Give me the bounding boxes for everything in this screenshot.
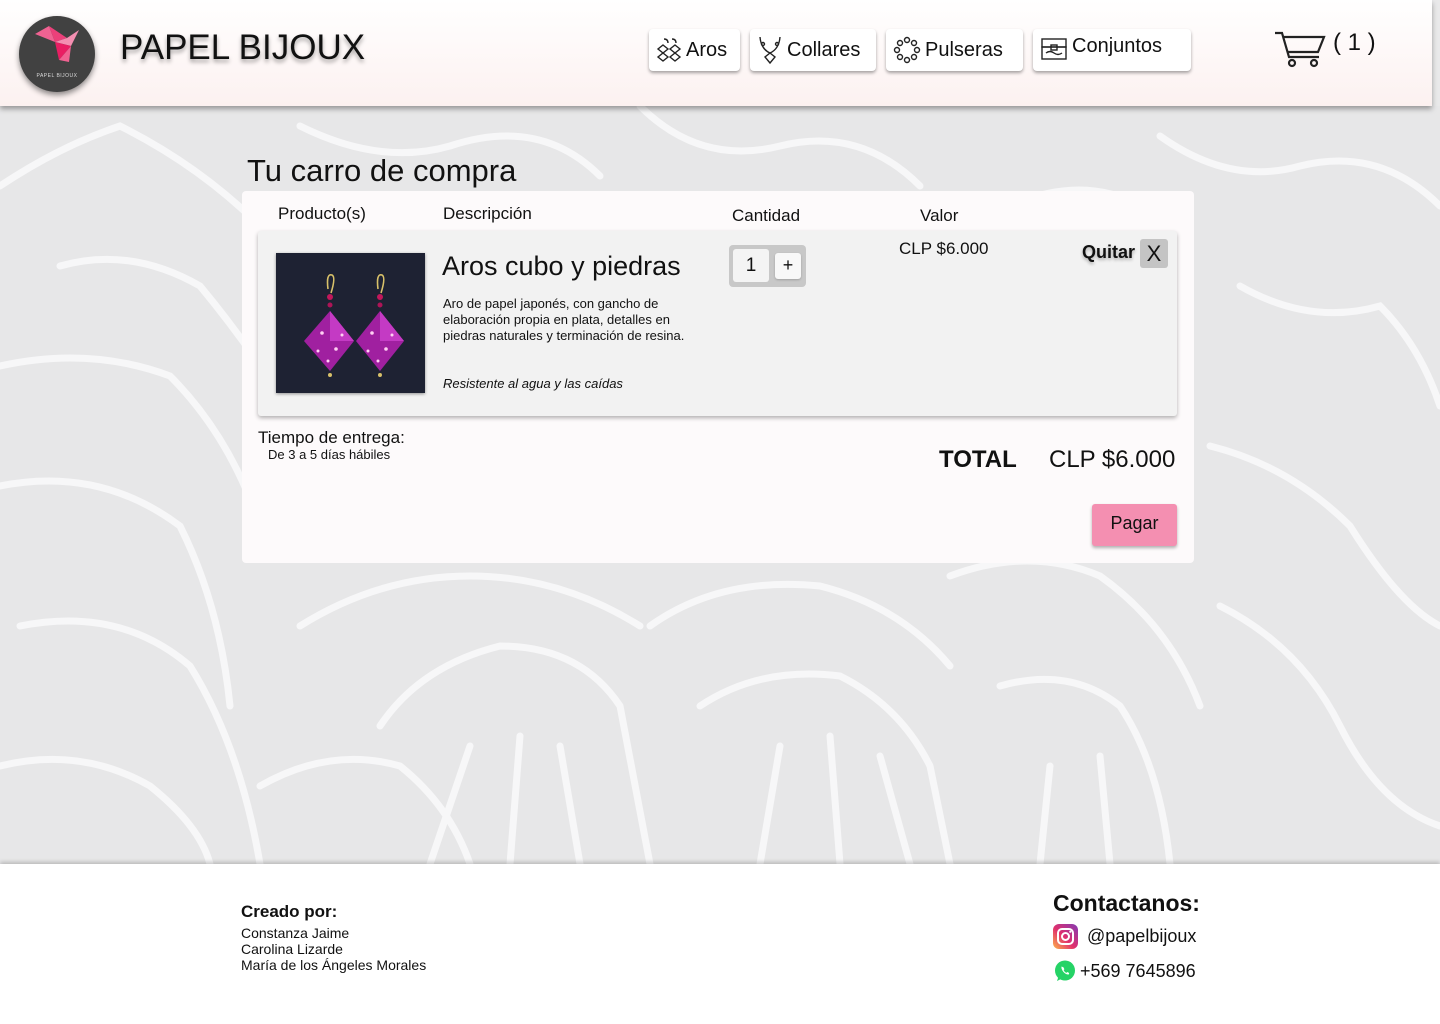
- total-value: CLP $6.000: [1049, 446, 1176, 473]
- contact-title: Contactanos:: [1053, 890, 1200, 916]
- page-title: Tu carro de compra: [247, 153, 517, 188]
- instagram-link[interactable]: @papelbijoux: [1053, 924, 1196, 949]
- nav-conjuntos-label: Conjuntos: [1072, 35, 1163, 57]
- quantity-stepper: 1 +: [729, 245, 806, 287]
- delivery-value: De 3 a 5 días hábiles: [268, 447, 391, 462]
- credits-title: Creado por:: [241, 902, 338, 921]
- bird-logo-icon: [35, 26, 79, 62]
- item-price: CLP $6.000: [899, 239, 989, 258]
- earrings-icon: [656, 38, 682, 62]
- credit-name: Constanza Jaime: [241, 925, 350, 941]
- necklace-icon: [759, 36, 781, 65]
- nav-pulseras-button[interactable]: Pulseras: [886, 29, 1023, 71]
- logo[interactable]: PAPEL BIJOUX: [19, 16, 95, 92]
- quantity-value[interactable]: 1: [733, 249, 769, 282]
- nav-conjuntos-button[interactable]: Conjuntos: [1033, 29, 1191, 71]
- remove-label[interactable]: Quitar: [1082, 242, 1135, 263]
- cart-panel: Producto(s) Descripción Cantidad Valor A…: [242, 191, 1194, 563]
- item-description: Aro de papel japonés, con gancho de elab…: [443, 296, 685, 343]
- header: PAPEL BIJOUX PAPEL BIJOUX Aros Collares …: [0, 0, 1432, 106]
- quantity-plus-button[interactable]: +: [775, 253, 801, 279]
- nav-collares-button[interactable]: Collares: [750, 29, 876, 71]
- jewelry-box-icon: [1041, 38, 1067, 60]
- column-header-description: Descripción: [443, 204, 532, 223]
- item-note: Resistente al agua y las caídas: [443, 376, 623, 391]
- cart-count[interactable]: ( 1 ): [1333, 29, 1376, 57]
- item-name[interactable]: Aros cubo y piedras: [442, 251, 681, 282]
- logo-text: PAPEL BIJOUX: [36, 73, 78, 79]
- brand-title[interactable]: PAPEL BIJOUX: [120, 28, 365, 68]
- total-label: TOTAL: [939, 446, 1017, 473]
- instagram-icon: [1053, 924, 1078, 949]
- cart-icon[interactable]: [1274, 30, 1326, 68]
- nav-pulseras-label: Pulseras: [925, 38, 1003, 61]
- whatsapp-link[interactable]: +569 7645896: [1054, 960, 1196, 982]
- delivery-label: Tiempo de entrega:: [258, 428, 405, 447]
- column-header-product: Producto(s): [278, 204, 366, 223]
- close-icon[interactable]: X: [1140, 239, 1168, 268]
- nav-collares-label: Collares: [787, 38, 861, 61]
- whatsapp-number: +569 7645896: [1080, 960, 1196, 981]
- product-image[interactable]: [276, 253, 425, 393]
- instagram-handle: @papelbijoux: [1087, 926, 1197, 946]
- nav-aros-label: Aros: [686, 38, 728, 61]
- footer: Creado por: Constanza Jaime Carolina Liz…: [0, 864, 1440, 1024]
- column-header-quantity: Cantidad: [732, 206, 801, 225]
- whatsapp-icon: [1055, 960, 1075, 981]
- credit-name: Carolina Lizarde: [241, 941, 343, 957]
- cart-item: Aros cubo y piedras Aro de papel japonés…: [258, 231, 1177, 416]
- bracelet-icon: [893, 36, 921, 64]
- credit-name: María de los Ángeles Morales: [241, 957, 427, 973]
- column-header-value: Valor: [920, 206, 959, 225]
- pay-button[interactable]: Pagar: [1092, 504, 1177, 546]
- nav-aros-button[interactable]: Aros: [649, 29, 740, 71]
